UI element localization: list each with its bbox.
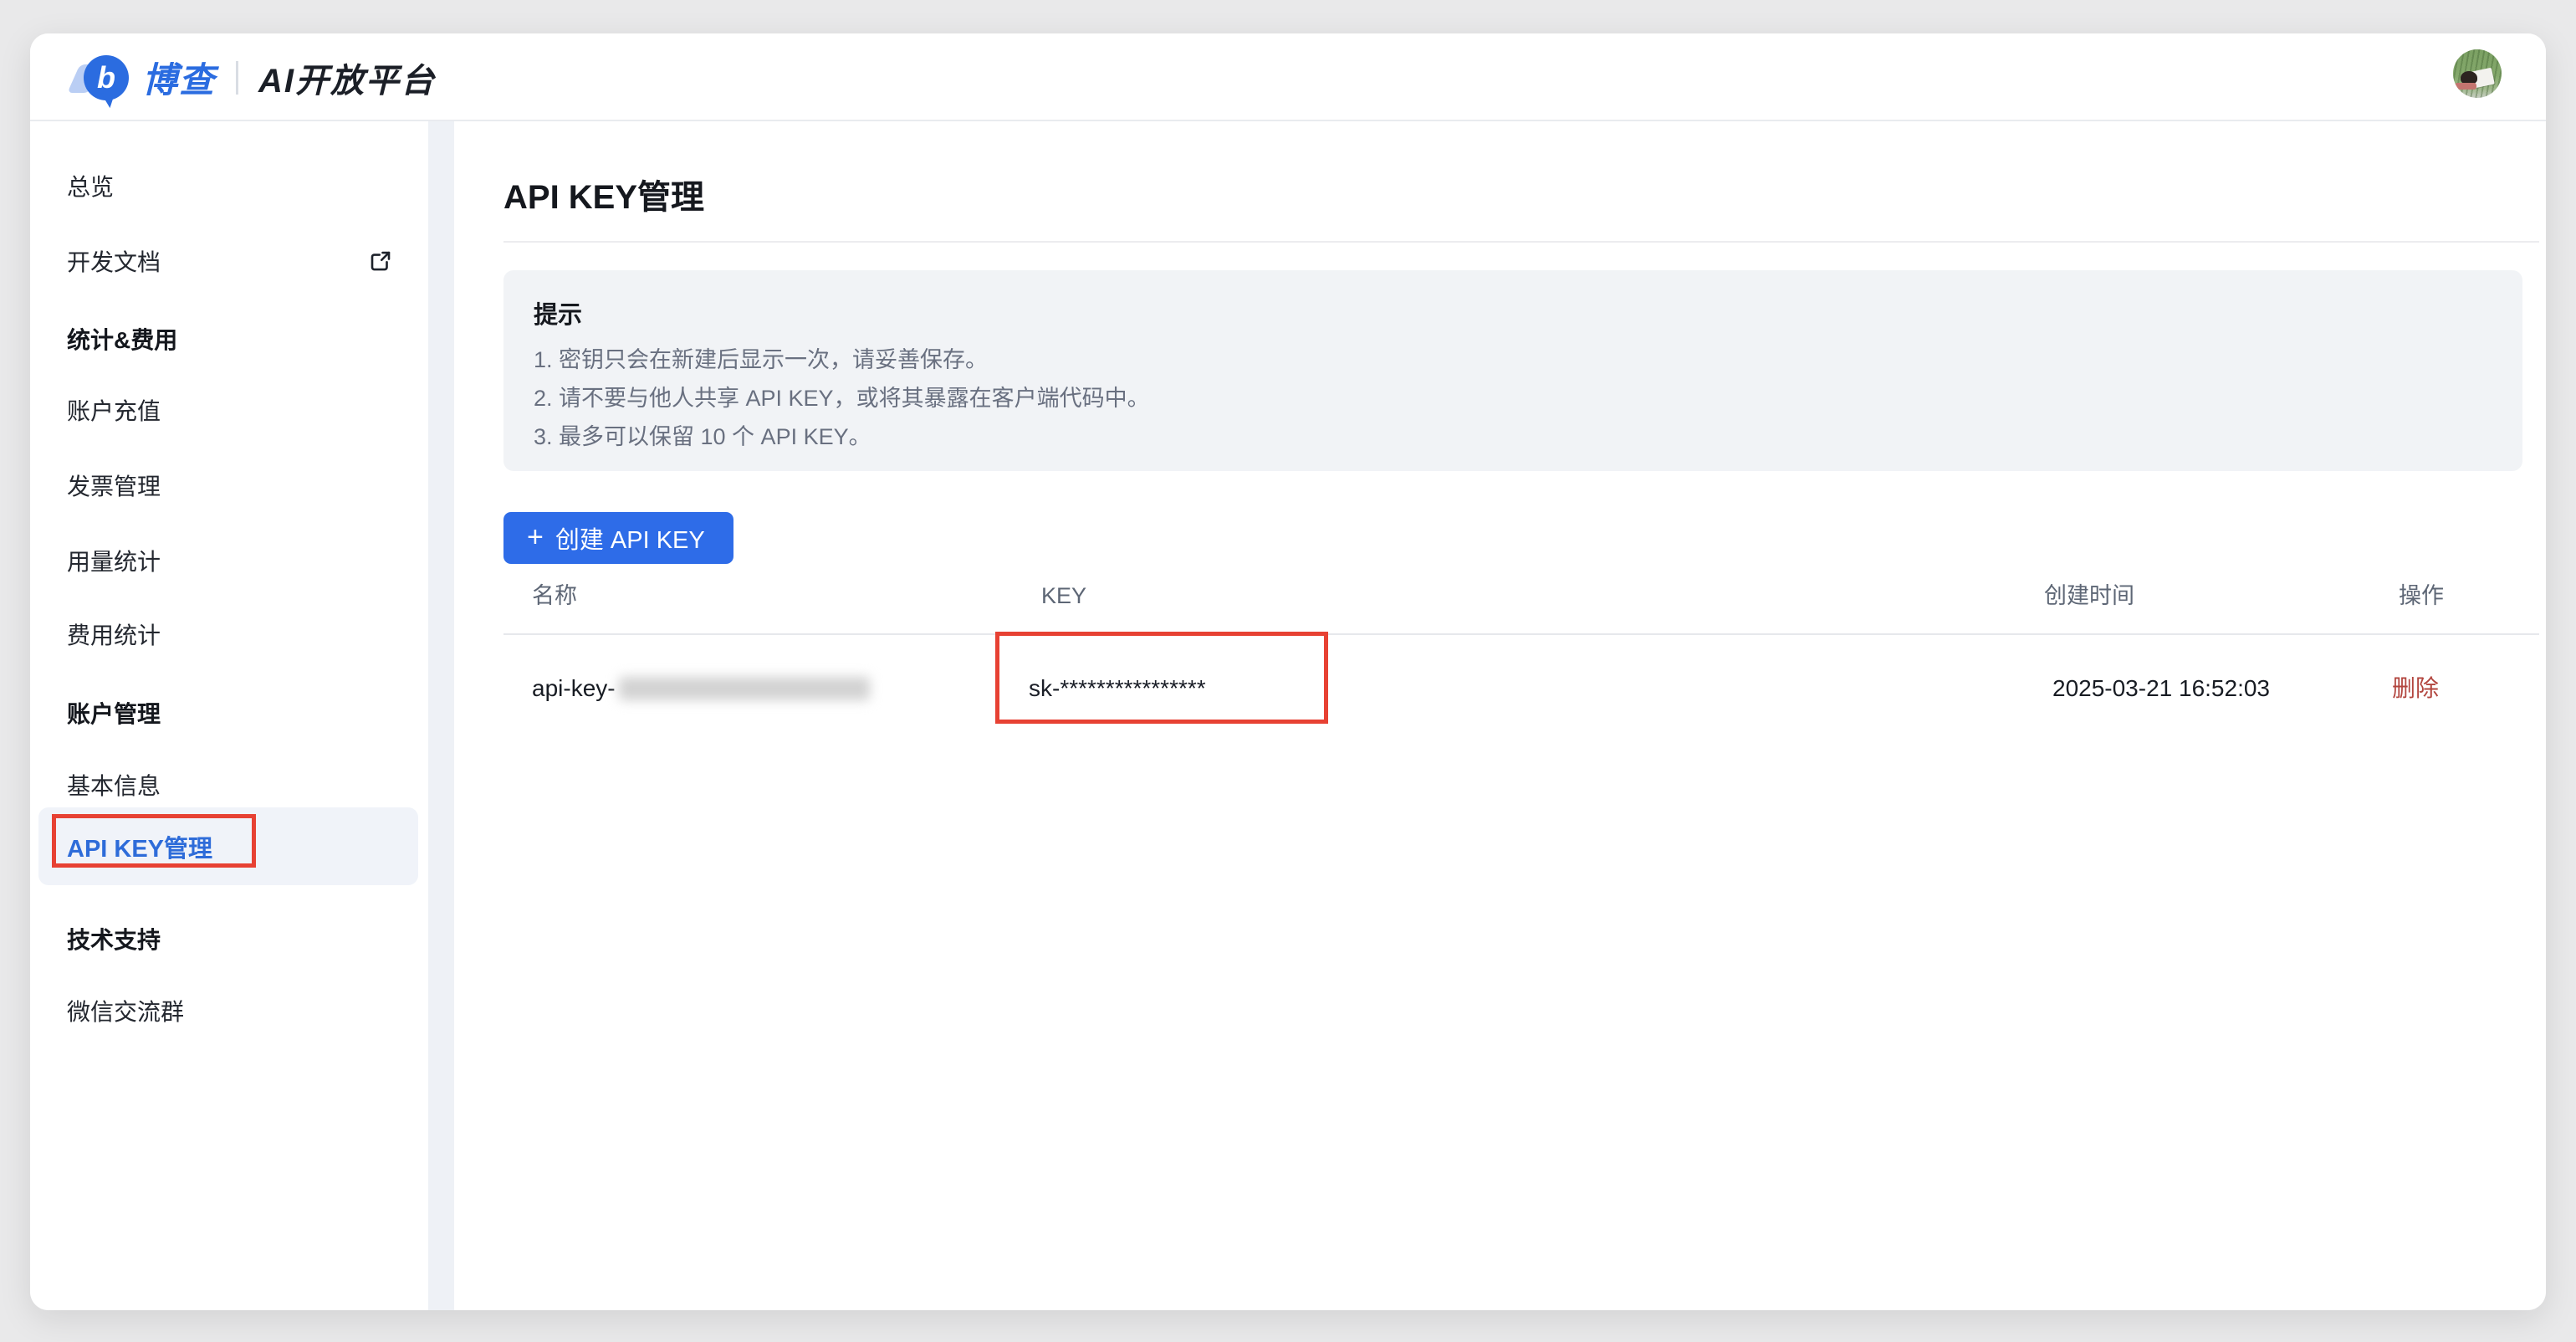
sidebar-section-account: 账户管理 [30, 694, 428, 731]
sidebar-item-api-key-management[interactable]: API KEY管理 [38, 807, 418, 885]
sidebar: 总览 开发文档 统计&费用 账户充值 发票管理 用量统计 费用统计 账户管理 基… [30, 121, 428, 1310]
tips-title: 提示 [534, 295, 2492, 330]
column-header-key: KEY [1041, 577, 1086, 614]
sidebar-main-divider [428, 121, 454, 1310]
page-title: API KEY管理 [503, 170, 704, 218]
sidebar-item-wechat-group[interactable]: 微信交流群 [30, 992, 428, 1029]
platform-title: AI开放平台 [258, 54, 436, 102]
created-timestamp: 2025-03-21 16:52:03 [2052, 670, 2270, 707]
sidebar-item-overview[interactable]: 总览 [30, 167, 428, 204]
api-key-name: api-key- [532, 670, 870, 707]
column-header-created: 创建时间 [2044, 577, 2134, 614]
user-avatar[interactable] [2453, 49, 2502, 98]
main-content: API KEY管理 提示 1. 密钥只会在新建后显示一次，请妥善保存。 2. 请… [454, 121, 2546, 1310]
plus-icon: + [527, 523, 544, 551]
sidebar-item-docs[interactable]: 开发文档 [30, 243, 428, 279]
sidebar-item-basic-info[interactable]: 基本信息 [30, 766, 428, 803]
column-header-name: 名称 [532, 577, 577, 614]
sidebar-section-support: 技术支持 [30, 920, 428, 957]
bocha-logo-icon: b [74, 53, 129, 103]
table-row: api-key- 2025-03-21 16:52:03 删除 [454, 670, 2546, 707]
tips-line-3: 3. 最多可以保留 10 个 API KEY。 [534, 417, 2492, 456]
app-window: b 博查 AI开放平台 总览 开发文档 统计&费用 账户 [30, 33, 2546, 1310]
tips-line-1: 1. 密钥只会在新建后显示一次，请妥善保存。 [534, 341, 2492, 379]
sidebar-item-invoices[interactable]: 发票管理 [30, 467, 428, 504]
brand-logo[interactable]: b 博查 AI开放平台 [74, 33, 436, 121]
delete-button[interactable]: 删除 [2392, 670, 2439, 707]
masked-api-key: sk-**************** [1029, 670, 1206, 707]
sidebar-item-cost-stats[interactable]: 费用统计 [30, 616, 428, 653]
brand-name: 博查 [142, 52, 216, 103]
brand-divider [236, 61, 238, 95]
title-divider [503, 241, 2539, 243]
redacted-name-blur [619, 677, 870, 700]
tips-panel: 提示 1. 密钥只会在新建后显示一次，请妥善保存。 2. 请不要与他人共享 AP… [503, 270, 2522, 471]
table-header-row: 名称 KEY 创建时间 操作 [454, 577, 2546, 614]
sidebar-section-stats-billing: 统计&费用 [30, 320, 428, 357]
sidebar-item-recharge[interactable]: 账户充值 [30, 392, 428, 428]
create-api-key-button[interactable]: + 创建 API KEY [503, 512, 733, 564]
tips-line-2: 2. 请不要与他人共享 API KEY，或将其暴露在客户端代码中。 [534, 379, 2492, 417]
sidebar-item-usage-stats[interactable]: 用量统计 [30, 542, 428, 579]
external-link-icon [368, 248, 393, 274]
top-bar: b 博查 AI开放平台 [30, 33, 2546, 121]
table-header-divider [503, 633, 2539, 635]
column-header-action: 操作 [2399, 577, 2444, 614]
